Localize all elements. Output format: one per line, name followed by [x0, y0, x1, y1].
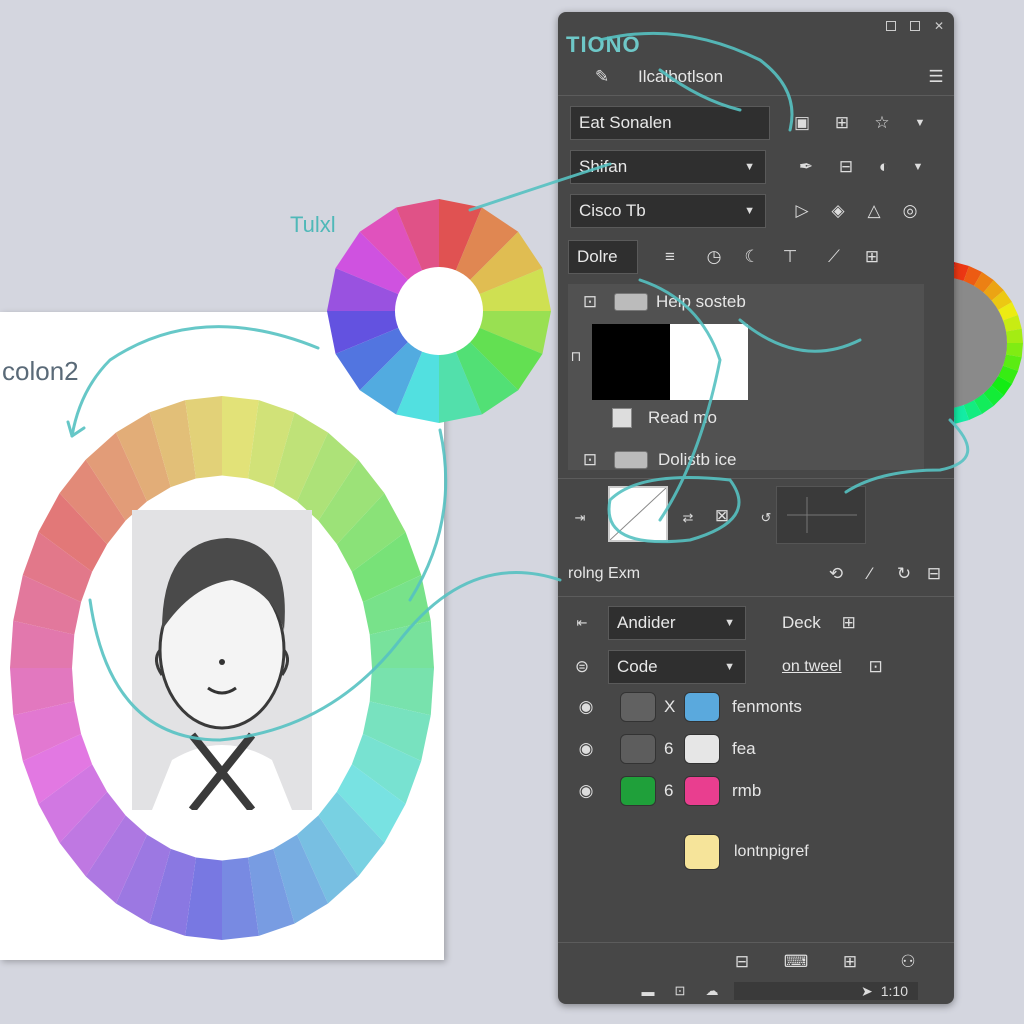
moon-icon[interactable]: ☾ [738, 247, 766, 267]
eye-icon[interactable]: ◉ [572, 781, 600, 801]
play-icon[interactable]: ▷ [788, 201, 816, 221]
palette-icon[interactable]: ◉ [572, 697, 600, 717]
status-bar: ➤ 1:10 [734, 982, 918, 1000]
swatch-primary[interactable] [620, 776, 656, 806]
rotate-icon[interactable]: ⟲ [822, 564, 850, 584]
pen-icon[interactable]: ✒ [792, 157, 820, 177]
properties-panel: ✕ TIONO ✎ Ilcalbotlson ☰ Eat Sonalen ▣ ⊞… [558, 12, 954, 1004]
app-title: TIONO [566, 32, 641, 57]
dolist-toggle[interactable] [614, 451, 648, 469]
cloud-icon[interactable]: ☁ [698, 983, 726, 999]
layers-icon[interactable]: ▣ [788, 113, 816, 133]
swatch-row: ◉ Xfenmonts [558, 692, 954, 722]
slash-icon[interactable]: ⁄ [856, 564, 884, 584]
line-icon[interactable]: ⟋ [820, 247, 848, 267]
swatch-secondary[interactable] [684, 734, 720, 764]
table-icon[interactable]: ⊞ [828, 113, 856, 133]
help-label: Help sosteb [656, 292, 746, 311]
folder-icon[interactable]: ▬ [634, 984, 662, 999]
maximize-button[interactable] [909, 21, 920, 31]
people-icon[interactable]: ⚇ [894, 952, 922, 972]
swatch-primary[interactable] [620, 734, 656, 764]
refresh-icon[interactable]: ↻ [890, 564, 918, 584]
code-icon[interactable]: ⊜ [568, 657, 596, 677]
swatch-symbol: 6 [664, 739, 674, 758]
keyboard-icon[interactable]: ⌨ [782, 952, 810, 972]
preview-thumbnail[interactable] [776, 486, 866, 544]
cursor-icon: ➤ [861, 982, 873, 999]
star-icon[interactable]: ☆ [868, 113, 896, 133]
wheel-center [395, 267, 483, 355]
layers-icon[interactable]: ⊡ [862, 657, 890, 677]
grid-icon[interactable]: ⊞ [858, 247, 886, 267]
swatch-secondary[interactable] [684, 692, 720, 722]
header-text: Ilcalbotlson [638, 66, 724, 86]
package-icon[interactable]: ⊠ [708, 506, 736, 526]
swatch-label: fenmonts [732, 697, 802, 716]
style-dropdown[interactable]: Shifan ▼ [570, 150, 766, 184]
chevron-down-icon[interactable]: ▼ [904, 161, 932, 173]
floating-color-wheel[interactable] [324, 196, 554, 426]
hamburger-icon[interactable]: ☰ [922, 67, 950, 87]
tweel-link[interactable]: on tweel [782, 658, 842, 676]
contrast-icon[interactable]: ◐ [870, 157, 898, 177]
diamond-icon[interactable]: ◈ [824, 201, 852, 221]
minimize-button[interactable] [885, 21, 896, 31]
clock-icon[interactable]: ◷ [700, 247, 728, 267]
align-left-icon[interactable]: ⇤ [568, 615, 596, 631]
style-value: Shifan [579, 157, 628, 176]
blend-value: Andider [617, 613, 676, 632]
mode-value: Dolre [577, 247, 618, 266]
swap-icon[interactable]: ⇄ [674, 510, 702, 526]
arrows-icon[interactable]: ⇥ [566, 510, 594, 526]
stamp-icon[interactable]: ⊟ [832, 157, 860, 177]
highlight-swatch[interactable] [684, 834, 720, 870]
gradient-thumbnail[interactable] [608, 486, 668, 542]
primary-color-box[interactable] [592, 324, 670, 400]
canvas-label: colon2 [2, 356, 79, 386]
image-icon[interactable]: ⊡ [666, 983, 694, 999]
section-label: rolng Exm [568, 565, 641, 582]
copy-icon[interactable]: ⊡ [576, 292, 604, 312]
swatch-row: ◉ 6 rmb [558, 776, 954, 806]
brush-value: Cisco Tb [579, 201, 646, 220]
code-dropdown[interactable]: Code ▼ [608, 650, 746, 684]
save-icon[interactable]: ⊟ [920, 564, 948, 584]
blend-dropdown[interactable]: Andider ▼ [608, 606, 746, 640]
printer-icon[interactable]: ⊟ [728, 952, 756, 972]
box-icon[interactable]: ⊞ [835, 613, 863, 633]
brush-dropdown[interactable]: Cisco Tb ▼ [570, 194, 766, 228]
close-icon[interactable]: ✕ [934, 20, 944, 32]
portrait-image [132, 510, 312, 810]
mode-field[interactable]: Dolre [568, 240, 638, 274]
font-name-field[interactable]: Eat Sonalen [570, 106, 770, 140]
font-name-value: Eat Sonalen [579, 113, 672, 132]
puzzle-icon[interactable]: ⊞ [836, 952, 864, 972]
target-icon[interactable]: ◎ [896, 201, 924, 221]
deck-link[interactable]: Deck [782, 613, 821, 633]
swatch-symbol: 6 [664, 781, 674, 800]
secondary-color-box[interactable] [670, 324, 748, 400]
highlight-label: lontnpigref [734, 843, 809, 860]
lock-icon[interactable]: ⊓ [562, 348, 590, 365]
swatch-secondary[interactable] [684, 776, 720, 806]
align-icon[interactable]: ≡ [656, 247, 684, 267]
dolist-label: Dolistb ice [658, 450, 737, 469]
swatch-label: fea [732, 739, 756, 758]
swatch-label: rmb [732, 781, 762, 800]
chevron-down-icon[interactable]: ▼ [906, 117, 934, 129]
read-checkbox[interactable] [612, 408, 632, 428]
swatch-row: ◉ 6 fea [558, 734, 954, 764]
swatch-symbol: X [664, 697, 676, 716]
status-time: 1:10 [880, 983, 908, 999]
code-value: Code [617, 657, 658, 676]
read-label: Read mo [648, 408, 717, 427]
hammer-icon[interactable]: ⊤ [776, 247, 804, 267]
swatch-primary[interactable] [620, 692, 656, 722]
shapes-icon[interactable]: △ [860, 201, 888, 221]
help-toggle[interactable] [614, 293, 648, 311]
document-icon[interactable]: ⊡ [576, 450, 604, 470]
brush-icon[interactable]: ◉ [572, 739, 600, 759]
tool-icon[interactable]: ✎ [588, 67, 616, 87]
